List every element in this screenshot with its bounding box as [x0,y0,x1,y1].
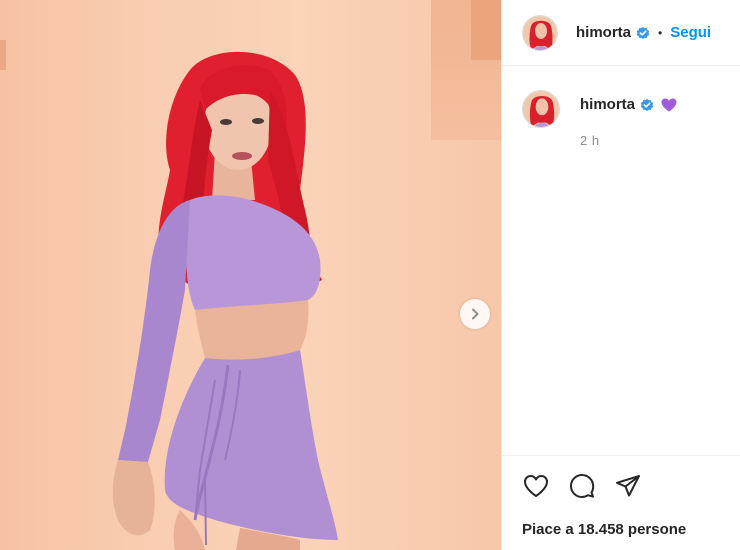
likes-count[interactable]: Piace a 18.458 persone [522,521,686,538]
post-timestamp[interactable]: 2 h [580,133,677,148]
next-photo-button[interactable] [460,299,490,329]
like-button[interactable] [522,472,550,500]
action-bar [502,456,740,500]
follow-button[interactable]: Segui [670,24,711,41]
separator-dot: • [658,25,663,40]
caption-username[interactable]: himorta [580,96,635,113]
header-username[interactable]: himorta [576,24,631,41]
actions-section [502,455,740,500]
purple-heart-emoji-icon [661,98,677,112]
comment-button[interactable] [568,472,596,500]
post-photo [112,51,338,550]
chevron-right-icon [472,308,479,320]
avatar[interactable] [522,14,558,51]
avatar-image [523,91,559,127]
post-sidebar: himorta • Segui himorta 2 h Piace a 18.4… [501,0,740,550]
verified-badge-icon [636,26,650,40]
share-icon [616,475,640,497]
avatar-image [523,15,557,50]
caption-comment: himorta 2 h [522,90,677,148]
caption-avatar[interactable] [522,90,560,128]
share-button[interactable] [614,472,642,500]
comment-icon [570,474,595,498]
heart-icon [524,475,548,497]
post-media[interactable] [0,0,501,550]
post-header: himorta • Segui [502,0,740,66]
verified-badge-icon [640,98,654,112]
